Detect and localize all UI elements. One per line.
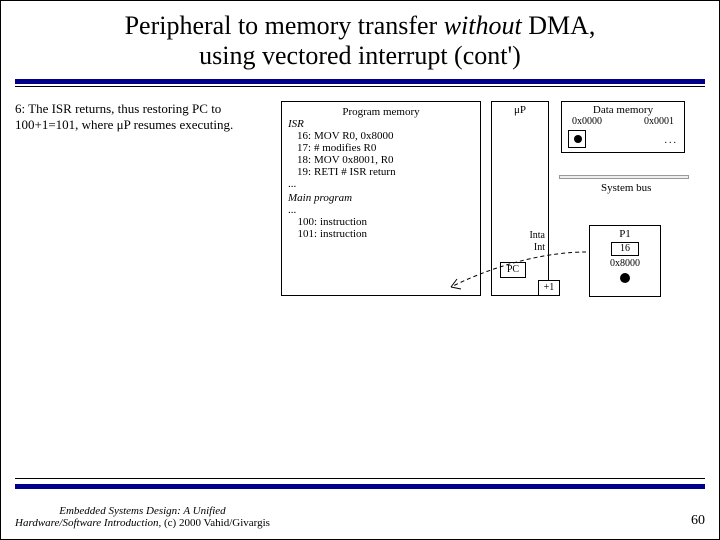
book-title-b: Hardware/Software Introduction, [15, 517, 161, 529]
p1-dot-icon [620, 273, 630, 283]
system-bus-label: System bus [601, 182, 651, 194]
plus-one-box: +1 [538, 280, 560, 296]
main-program-label: Main program [288, 192, 474, 204]
pmem-addr: 101: [288, 228, 320, 240]
peripheral-p1-box: P1 16 0x8000 [589, 225, 661, 297]
pmem-ellipsis: ... [288, 204, 474, 216]
inta-label: Inta [529, 230, 545, 241]
step-description: 6: The ISR returns, thus restoring PC to… [15, 101, 265, 134]
footer-rule-thin [15, 478, 705, 479]
pmem-addr: 100: [288, 216, 320, 228]
int-label: Int [534, 242, 545, 253]
dmem-addr-0: 0x0000 [572, 116, 602, 127]
dmem-ellipsis: ... [665, 135, 679, 146]
data-dot-icon [574, 135, 582, 143]
pmem-addr: 17: [288, 142, 314, 154]
dmem-cell [568, 130, 586, 148]
title-part-a: Peripheral to memory transfer [125, 11, 444, 40]
footer: Embedded Systems Design: A Unified Hardw… [15, 505, 705, 529]
diagram-area: 6: The ISR returns, thus restoring PC to… [1, 87, 719, 437]
page-number: 60 [691, 513, 705, 529]
pmem-instr: # modifies R0 [314, 142, 376, 154]
p1-address-value: 0x8000 [594, 258, 656, 269]
pmem-addr: 16: [288, 130, 314, 142]
pmem-instr: instruction [320, 216, 367, 228]
book-copyright: (c) 2000 Vahid/Givargis [161, 517, 270, 529]
title-line2: using vectored interrupt (cont') [21, 41, 699, 71]
pc-register: PC [500, 262, 526, 278]
dmem-addr-1: 0x0001 [644, 116, 674, 127]
pmem-addr: 18: [288, 154, 314, 166]
isr-label: ISR [288, 118, 474, 130]
cpu-label: μP [492, 102, 548, 116]
title-part-c: DMA, [522, 11, 596, 40]
cpu-box: μP Inta Int PC +1 [491, 101, 549, 296]
program-memory-header: Program memory [288, 106, 474, 118]
data-memory-box: Data memory 0x0000 0x0001 ... [561, 101, 685, 153]
book-title-a: Embedded Systems Design: A Unified [59, 505, 225, 517]
p1-label: P1 [594, 228, 656, 240]
system-bus-line [559, 175, 689, 179]
slide-title: Peripheral to memory transfer without DM… [1, 1, 719, 75]
pmem-instr: instruction [320, 228, 367, 240]
pmem-instr: MOV R0, 0x8000 [314, 130, 394, 142]
program-memory-box: Program memory ISR 16:MOV R0, 0x8000 17:… [281, 101, 481, 296]
pmem-ellipsis: ... [288, 178, 474, 190]
p1-register: 16 [611, 242, 639, 256]
title-rule-thick [15, 79, 705, 84]
book-citation: Embedded Systems Design: A Unified Hardw… [15, 505, 270, 529]
pmem-addr: 19: [288, 166, 314, 178]
title-italic: without [444, 11, 522, 40]
footer-rule-thick [15, 484, 705, 489]
pmem-instr: RETI # ISR return [314, 166, 396, 178]
data-memory-header: Data memory [566, 104, 680, 116]
pmem-instr: MOV 0x8001, R0 [314, 154, 394, 166]
